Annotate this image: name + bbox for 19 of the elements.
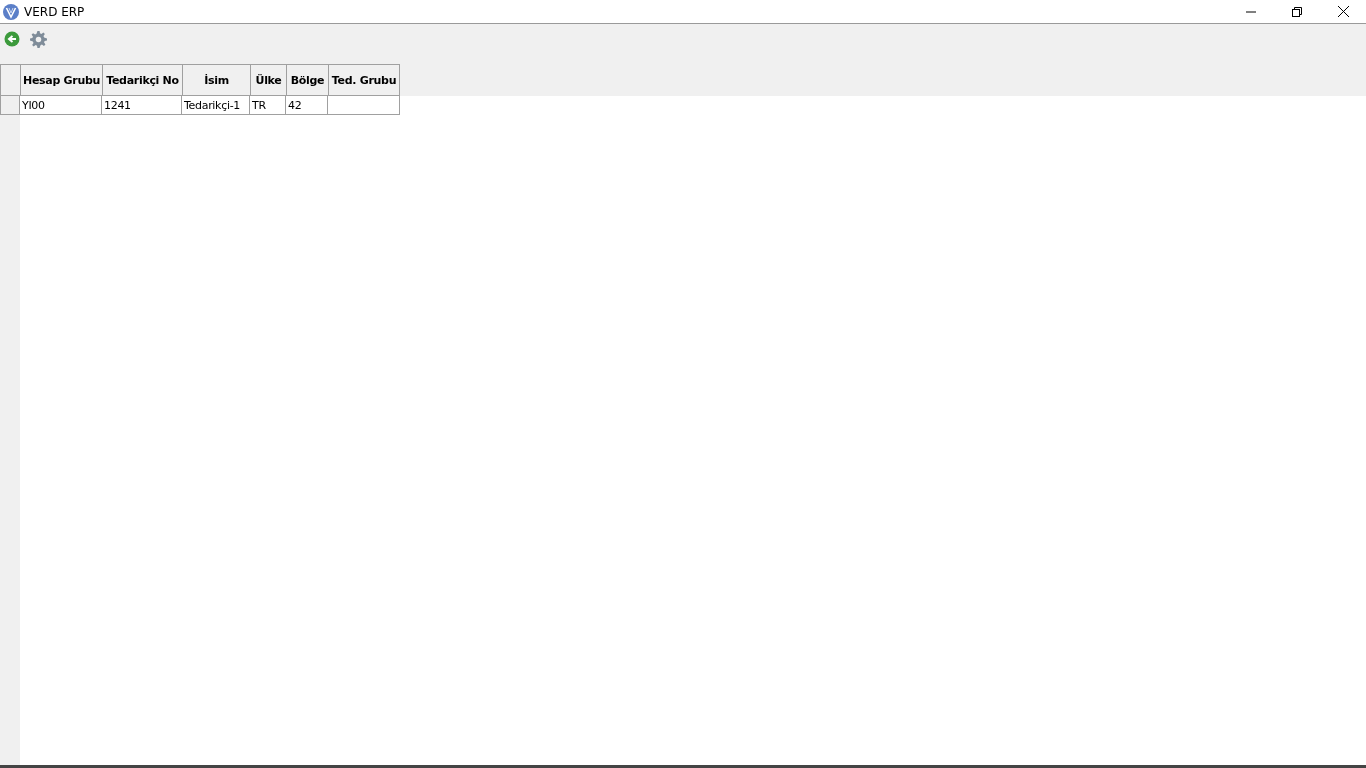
table-cell: 42 [286,96,328,115]
table-cell: TR [250,96,286,115]
table-cell: 1241 [102,96,182,115]
table-cell: YI00 [20,96,102,115]
column-header[interactable]: Hesap Grubu [20,64,102,96]
window-title: VERD ERP [24,4,85,19]
column-header[interactable]: İsim [182,64,250,96]
restore-icon [1292,6,1302,17]
close-icon [1337,6,1349,17]
app-logo-icon [3,3,19,20]
column-header[interactable]: Bölge [286,64,328,96]
empty-cell [328,96,400,115]
table-cell: Tedarikçi-1 [182,96,250,115]
column-header[interactable]: Tedarikçi No [102,64,182,96]
column-header[interactable]: Ted. Grubu [328,64,400,96]
row-header[interactable] [0,96,20,115]
table-corner[interactable] [0,64,20,96]
column-header[interactable]: Ülke [250,64,286,96]
settings-icon[interactable] [30,31,47,48]
